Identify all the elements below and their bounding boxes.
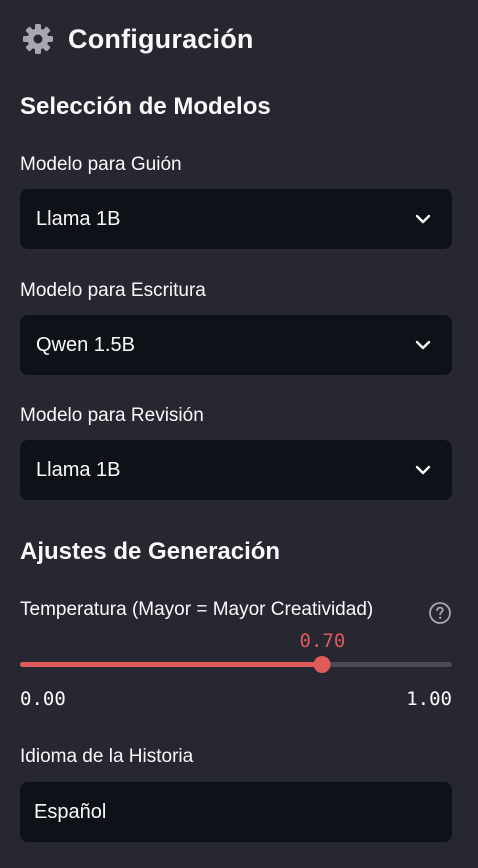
temperature-slider-thumb[interactable] [313,656,331,673]
temperature-max: 1.00 [406,688,452,710]
story-language-input[interactable] [20,782,452,842]
review-model-select[interactable]: Llama 1B [20,440,452,500]
writing-model-select[interactable]: Qwen 1.5B [20,315,452,375]
gear-icon [23,24,53,54]
script-model-value: Llama 1B [36,207,121,230]
sidebar-header: Configuración [22,20,254,58]
story-language-label: Idioma de la Historia [20,746,194,767]
temperature-min: 0.00 [20,688,66,710]
writing-model-value: Qwen 1.5B [36,333,135,356]
sidebar-title: Configuración [68,23,254,54]
chevron-down-icon [415,340,431,350]
script-model-select[interactable]: Llama 1B [20,189,452,249]
review-model-value: Llama 1B [36,458,121,481]
model-selection-heading: Selección de Modelos [20,93,271,120]
temperature-slider-fill [20,662,323,667]
review-model-label: Modelo para Revisión [20,405,204,426]
writing-model-label: Modelo para Escritura [20,280,206,301]
generation-settings-heading: Ajustes de Generación [20,538,281,565]
temperature-slider[interactable] [20,656,452,673]
help-circle-icon[interactable] [428,601,452,625]
temperature-label: Temperatura (Mayor = Mayor Creatividad) [20,599,374,620]
chevron-down-icon [415,465,431,475]
script-model-label: Modelo para Guión [20,154,182,175]
sidebar: Configuración Selección de Modelos Model… [0,0,478,868]
temperature-value: 0.70 [299,630,346,652]
chevron-down-icon [415,214,431,224]
